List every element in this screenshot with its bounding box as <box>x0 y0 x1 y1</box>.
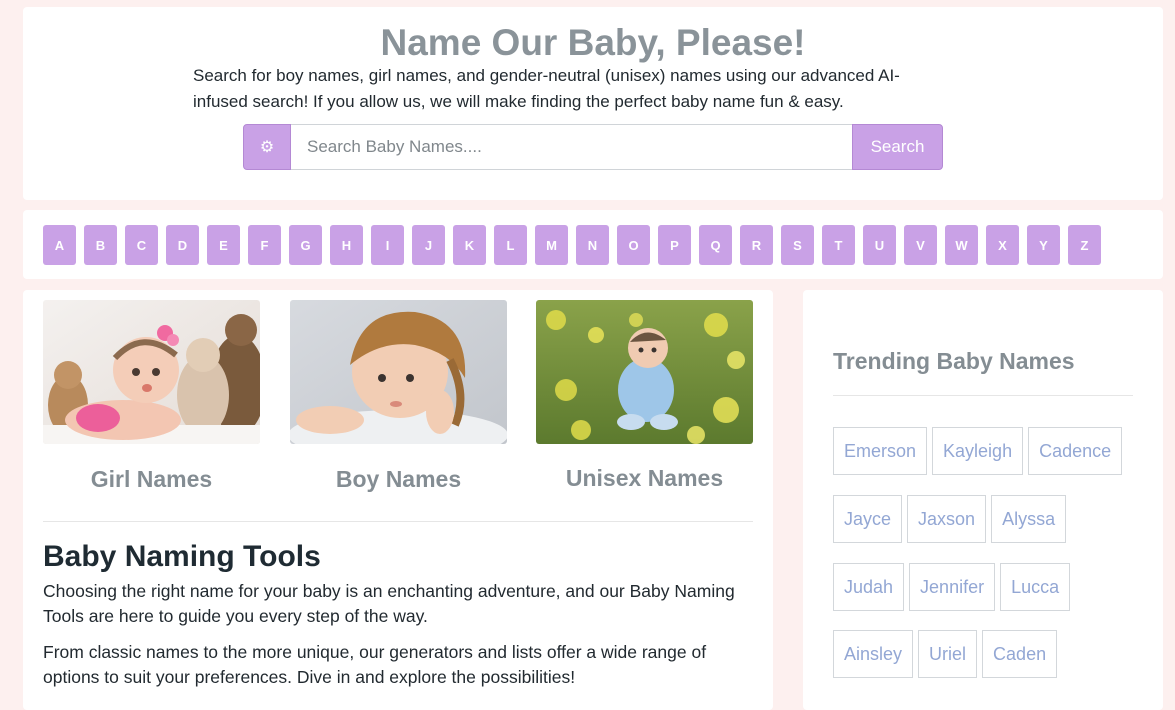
tools-paragraph-2: From classic names to the more unique, o… <box>43 642 707 687</box>
search-button[interactable]: Search <box>852 124 943 170</box>
letter-o-button[interactable]: O <box>617 225 650 265</box>
alphabet-nav: ABCDEFGHIJKLMNOPQRSTUVWXYZ <box>43 225 1109 265</box>
letter-g-button[interactable]: G <box>289 225 322 265</box>
section-divider <box>43 521 753 522</box>
site-title: Name Our Baby, Please! <box>380 22 806 63</box>
letter-w-button[interactable]: W <box>945 225 978 265</box>
letter-l-button[interactable]: L <box>494 225 527 265</box>
search-bar: ⚙ Search <box>243 124 943 170</box>
alphabet-panel: ABCDEFGHIJKLMNOPQRSTUVWXYZ <box>23 210 1163 279</box>
letter-t-button[interactable]: T <box>822 225 855 265</box>
trending-sidebar: Trending Baby Names Emerson Kayleigh Caden… <box>803 290 1163 710</box>
letter-a-button[interactable]: A <box>43 225 76 265</box>
letter-i-button[interactable]: I <box>371 225 404 265</box>
trending-name-chip[interactable]: Jayce <box>833 495 903 543</box>
trending-name-chip[interactable]: Lucca <box>1000 563 1071 611</box>
search-options-button[interactable]: ⚙ <box>243 124 291 170</box>
letter-z-button[interactable]: Z <box>1068 225 1101 265</box>
letter-k-button[interactable]: K <box>453 225 486 265</box>
trending-name-chip[interactable]: Emerson <box>833 427 928 475</box>
letter-r-button[interactable]: R <box>740 225 773 265</box>
search-input[interactable] <box>291 124 852 170</box>
trending-name-chip[interactable]: Jennifer <box>909 563 996 611</box>
trending-name-chip[interactable]: Judah <box>833 563 905 611</box>
letter-x-button[interactable]: X <box>986 225 1019 265</box>
trending-name-chip[interactable]: Cadence <box>1028 427 1123 475</box>
trending-divider <box>833 395 1133 396</box>
trending-name-chip[interactable]: Kayleigh <box>932 427 1024 475</box>
letter-b-button[interactable]: B <box>84 225 117 265</box>
site-intro: Search for boy names, girl names, and ge… <box>193 66 900 111</box>
trending-name-chip[interactable]: Alyssa <box>991 495 1067 543</box>
unisex-names-label[interactable]: Unisex Names <box>536 465 753 492</box>
trending-row: Judah Jennifer Lucca <box>833 563 1075 611</box>
trending-row: Jayce Jaxson Alyssa <box>833 495 1071 543</box>
letter-v-button[interactable]: V <box>904 225 937 265</box>
letter-e-button[interactable]: E <box>207 225 240 265</box>
trending-row: Ainsley Uriel Caden <box>833 630 1062 678</box>
girl-names-card[interactable]: Girl Names <box>43 300 260 493</box>
boy-baby-photo <box>290 300 507 444</box>
letter-s-button[interactable]: S <box>781 225 814 265</box>
header-panel: Name Our Baby, Please! Search for boy na… <box>23 7 1163 200</box>
letter-h-button[interactable]: H <box>330 225 363 265</box>
letter-d-button[interactable]: D <box>166 225 199 265</box>
girl-baby-photo <box>43 300 260 444</box>
letter-c-button[interactable]: C <box>125 225 158 265</box>
trending-row: Emerson Kayleigh Cadence <box>833 427 1127 475</box>
trending-name-chip[interactable]: Ainsley <box>833 630 914 678</box>
boy-names-label[interactable]: Boy Names <box>290 466 507 493</box>
letter-p-button[interactable]: P <box>658 225 691 265</box>
trending-title: Trending Baby Names <box>833 348 1075 374</box>
boy-names-card[interactable]: Boy Names <box>290 300 507 493</box>
trending-name-chip[interactable]: Caden <box>982 630 1058 678</box>
main-content: Girl Names Boy Names Unisex Names Baby N… <box>23 290 773 710</box>
tools-paragraph-1: Choosing the right name for your baby is… <box>43 581 735 626</box>
letter-f-button[interactable]: F <box>248 225 281 265</box>
unisex-names-card[interactable]: Unisex Names <box>536 300 753 492</box>
letter-q-button[interactable]: Q <box>699 225 732 265</box>
letter-u-button[interactable]: U <box>863 225 896 265</box>
gear-icon: ⚙ <box>259 139 275 156</box>
letter-j-button[interactable]: J <box>412 225 445 265</box>
letter-m-button[interactable]: M <box>535 225 568 265</box>
trending-name-chip[interactable]: Uriel <box>918 630 978 678</box>
letter-n-button[interactable]: N <box>576 225 609 265</box>
girl-names-label[interactable]: Girl Names <box>43 466 260 493</box>
trending-name-chip[interactable]: Jaxson <box>907 495 987 543</box>
tools-title: Baby Naming Tools <box>43 540 321 573</box>
letter-y-button[interactable]: Y <box>1027 225 1060 265</box>
unisex-baby-photo <box>536 300 753 444</box>
